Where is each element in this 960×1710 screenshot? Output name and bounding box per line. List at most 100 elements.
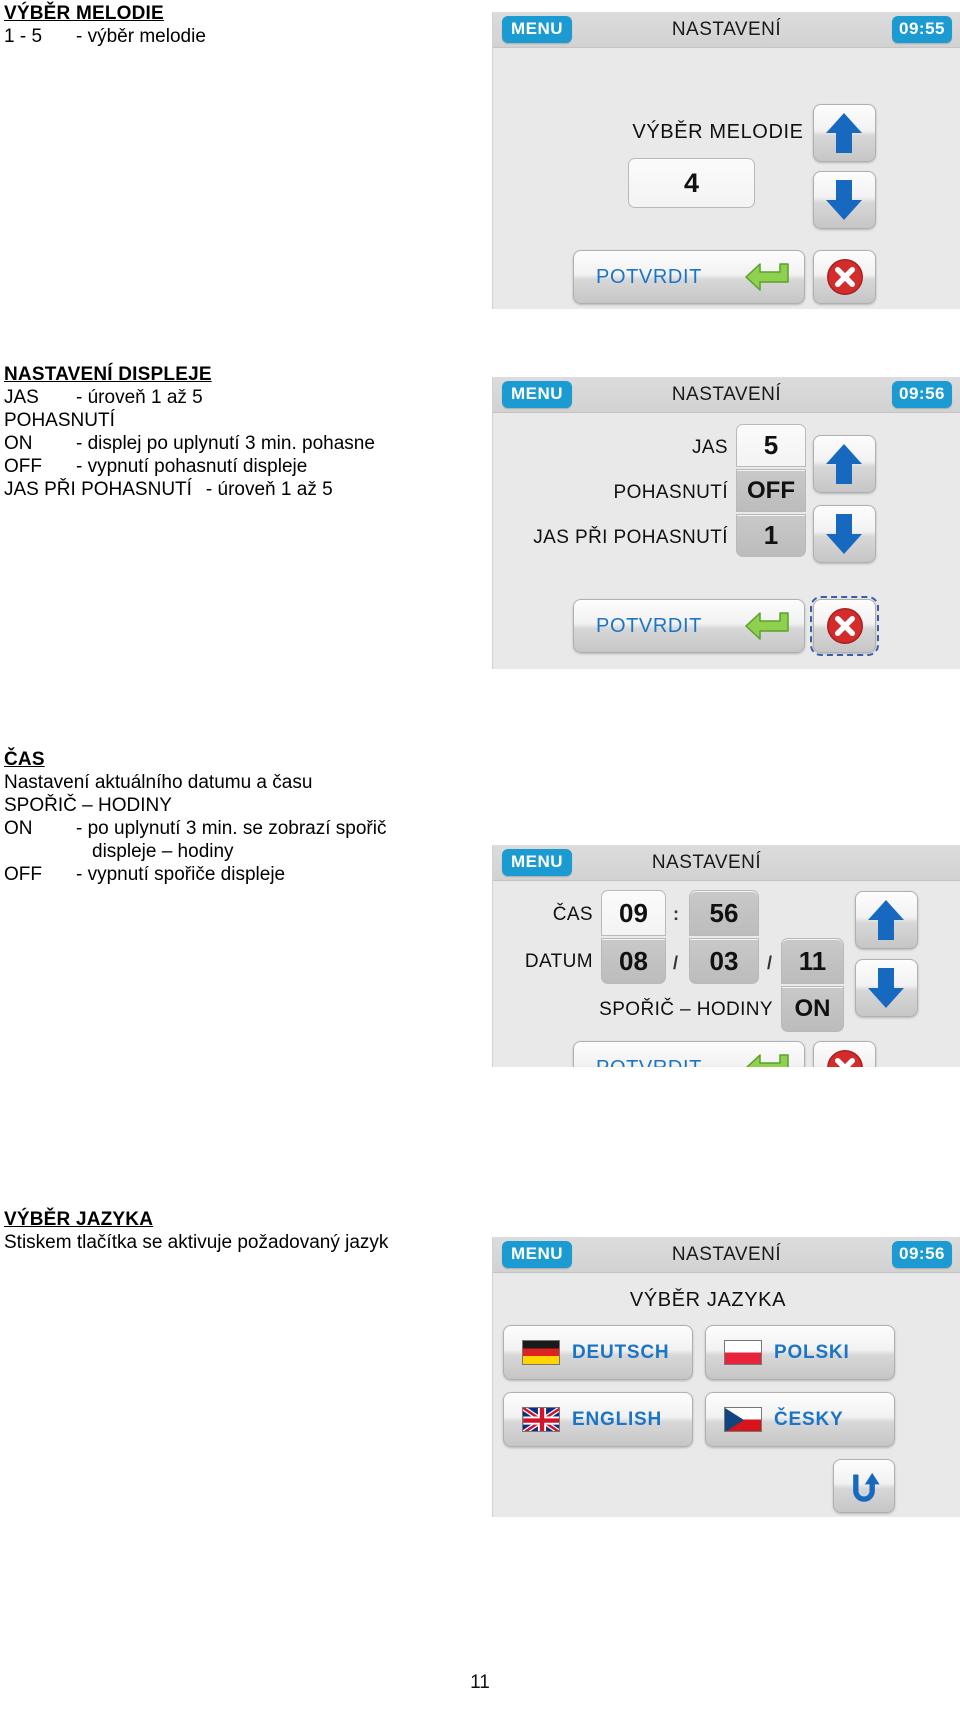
- confirm-button[interactable]: POTVRDIT: [573, 599, 805, 653]
- doc-line: JAS PŘI POHASNUTÍ - úroveň 1 až 5: [4, 478, 484, 501]
- doc-line-key: JAS: [4, 387, 39, 408]
- clock-badge: 09:56: [892, 381, 952, 408]
- doc-section-title: NASTAVENÍ DISPLEJE: [4, 364, 212, 385]
- value-box-year[interactable]: 11: [781, 938, 844, 984]
- back-button[interactable]: [833, 1459, 895, 1513]
- close-button[interactable]: [813, 250, 876, 304]
- clock-badge: 09:55: [892, 16, 952, 43]
- close-circle-icon: [826, 608, 863, 644]
- field-label-cas: ČAS: [552, 904, 593, 925]
- value-sporic: ON: [794, 995, 831, 1022]
- doc-line: ON - po uplynutí 3 min. se zobrazí spořič: [4, 817, 484, 840]
- melody-value-box[interactable]: 4: [628, 158, 755, 208]
- value-box-month[interactable]: 03: [689, 938, 759, 984]
- language-label: ENGLISH: [572, 1408, 663, 1430]
- doc-line: Nastavení aktuálního datumu a času: [4, 771, 484, 794]
- arrow-down-icon: [826, 514, 862, 554]
- screen-topbar: MENU NASTAVENÍ 09:56: [493, 377, 960, 413]
- enter-arrow-icon: [745, 1054, 789, 1067]
- flag-pl-icon: [724, 1340, 762, 1365]
- doc-section-melody: VÝBĚR MELODIE 1 - 5 - výběr melodie: [4, 2, 484, 48]
- close-button[interactable]: [813, 1041, 876, 1067]
- field-label-jas: JAS: [691, 437, 728, 458]
- confirm-button[interactable]: POTVRDIT: [573, 1041, 805, 1067]
- confirm-label: POTVRDIT: [596, 265, 702, 288]
- screen-title: NASTAVENÍ: [651, 852, 762, 873]
- back-arrow-icon: [853, 1472, 880, 1502]
- arrow-down-button[interactable]: [813, 505, 876, 563]
- screen-title: NASTAVENÍ: [671, 19, 782, 40]
- arrow-up-button[interactable]: [813, 435, 876, 493]
- language-label: ČESKY: [774, 1408, 844, 1430]
- doc-line-key: JAS PŘI POHASNUTÍ: [4, 479, 192, 500]
- language-button-polski[interactable]: POLSKI: [705, 1325, 895, 1380]
- arrow-up-button[interactable]: [813, 104, 876, 162]
- doc-line-text: - úroveň 1 až 5: [205, 479, 333, 500]
- value-year: 11: [798, 945, 827, 976]
- doc-line: Stiskem tlačítka se aktivuje požadovaný …: [4, 1231, 524, 1254]
- language-button-cesky[interactable]: ČESKY: [705, 1392, 895, 1447]
- screen-body: VÝBĚR JAZYKA DEUTSCH POLSKI ENGLISH ČESK…: [493, 1273, 960, 1517]
- doc-line-text: Nastavení aktuálního datumu a času: [4, 772, 313, 793]
- arrow-up-button[interactable]: [855, 891, 918, 949]
- enter-arrow-icon: [745, 612, 789, 640]
- doc-line-key: ON: [4, 433, 33, 454]
- doc-line-key: POHASNUTÍ: [4, 410, 115, 431]
- doc-line-key: 1 - 5: [4, 26, 43, 47]
- doc-line-text: SPOŘIČ – HODINY: [4, 795, 172, 816]
- value-box-minutes[interactable]: 56: [689, 890, 759, 936]
- device-screen-time: MENU NASTAVENÍ ČAS 09 : 56 DATUM 08 / 03…: [492, 845, 960, 1067]
- language-button-deutsch[interactable]: DEUTSCH: [503, 1325, 693, 1380]
- doc-line-text: - výběr melodie: [76, 26, 206, 47]
- screen-title: NASTAVENÍ: [671, 1244, 782, 1265]
- doc-line-text: - vypnutí pohasnutí displeje: [76, 456, 308, 477]
- doc-line: SPOŘIČ – HODINY: [4, 794, 484, 817]
- doc-line: JAS - úroveň 1 až 5: [4, 386, 484, 409]
- language-button-english[interactable]: ENGLISH: [503, 1392, 693, 1447]
- value-box-day[interactable]: 08: [601, 938, 666, 984]
- doc-line-text: - po uplynutí 3 min. se zobrazí spořič: [76, 818, 387, 839]
- arrow-up-icon: [826, 444, 862, 484]
- screen-topbar: MENU NASTAVENÍ: [493, 845, 960, 881]
- field-label-datum: DATUM: [524, 951, 593, 972]
- value-box-jas[interactable]: 5: [736, 424, 806, 467]
- doc-line-key: ON: [4, 818, 33, 839]
- value-minutes: 56: [709, 897, 739, 928]
- close-circle-icon: [826, 259, 863, 295]
- flag-de-icon: [522, 1340, 560, 1365]
- arrow-up-icon: [826, 113, 862, 153]
- confirm-label: POTVRDIT: [596, 1057, 702, 1068]
- doc-line-text: - displej po uplynutí 3 min. pohasne: [76, 433, 375, 454]
- doc-section-title: ČAS: [4, 749, 45, 770]
- value-hours: 09: [619, 897, 648, 928]
- flag-gb-icon: [522, 1407, 560, 1432]
- confirm-button[interactable]: POTVRDIT: [573, 250, 805, 304]
- arrow-down-button[interactable]: [855, 959, 918, 1017]
- value-jas: 5: [763, 430, 779, 460]
- value-box-hours[interactable]: 09: [601, 890, 666, 936]
- value-box-jas-pri-pohasnuti[interactable]: 1: [736, 514, 806, 557]
- doc-line-text: Stiskem tlačítka se aktivuje požadovaný …: [4, 1232, 389, 1253]
- close-circle-icon: [826, 1050, 863, 1067]
- arrow-down-button[interactable]: [813, 171, 876, 229]
- value-box-pohasnuti[interactable]: OFF: [736, 469, 806, 512]
- value-pohasnuti: OFF: [747, 476, 795, 504]
- screen-topbar: MENU NASTAVENÍ 09:56: [493, 1237, 960, 1273]
- value-box-sporic[interactable]: ON: [781, 986, 844, 1032]
- doc-line: POHASNUTÍ: [4, 409, 484, 432]
- date-separator-1: /: [673, 953, 679, 973]
- language-label: DEUTSCH: [572, 1341, 670, 1363]
- doc-line: displeje – hodiny: [4, 840, 484, 863]
- field-label-jas-pri-pohasnuti: JAS PŘI POHASNUTÍ: [533, 527, 728, 548]
- doc-section-display: NASTAVENÍ DISPLEJE JAS - úroveň 1 až 5 PO…: [4, 363, 484, 501]
- doc-line-text: - vypnutí spořiče displeje: [76, 864, 286, 885]
- device-screen-language: MENU NASTAVENÍ 09:56 VÝBĚR JAZYKA DEUTSC…: [492, 1237, 960, 1517]
- doc-line: ON - displej po uplynutí 3 min. pohasne: [4, 432, 484, 455]
- close-button[interactable]: [810, 596, 879, 656]
- doc-line-text: - úroveň 1 až 5: [76, 387, 203, 408]
- language-label: POLSKI: [774, 1341, 850, 1363]
- doc-line-text: displeje – hodiny: [92, 841, 234, 862]
- doc-section-language: VÝBĚR JAZYKA Stiskem tlačítka se aktivuj…: [4, 1208, 484, 1254]
- doc-section-title: VÝBĚR MELODIE: [4, 3, 164, 24]
- doc-line: OFF - vypnutí spořiče displeje: [4, 863, 484, 886]
